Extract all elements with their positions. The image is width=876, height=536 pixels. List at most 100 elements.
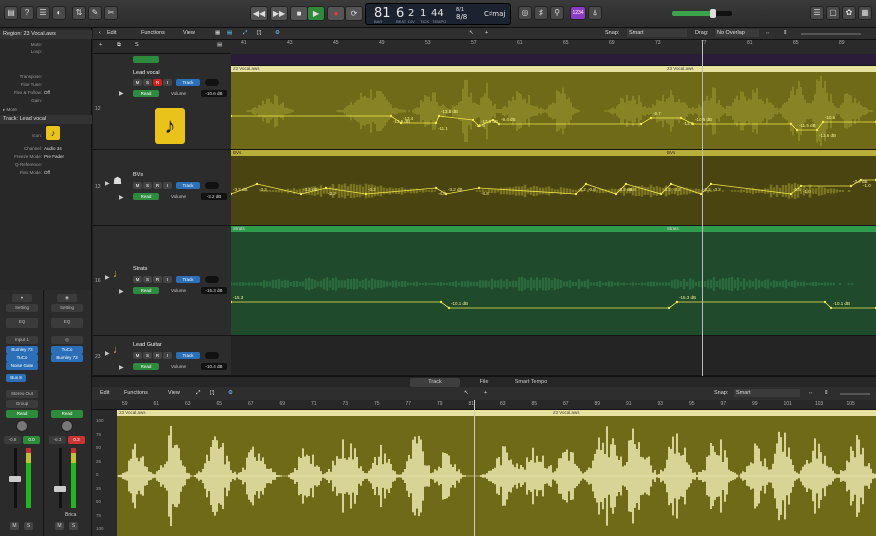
automation-node[interactable] [434,186,438,190]
automation-node[interactable] [574,192,578,196]
automation-mode[interactable]: Read [133,193,159,200]
automation-icon[interactable]: ⤢ [243,30,247,37]
automation-node[interactable] [477,124,481,128]
editor-secondary-tool[interactable]: + [484,390,487,396]
track-row-channel[interactable]: Channel: Audio 34 [0,145,92,152]
automation-node[interactable] [789,192,793,196]
forward-button[interactable]: ▶▶ [270,6,288,21]
strip1-eq[interactable]: EQ [6,318,38,328]
track-button[interactable]: Track [176,276,200,283]
automation-node[interactable] [439,300,443,304]
library-icon[interactable]: ▤ [4,6,18,20]
automation-node[interactable] [471,118,475,122]
automation-mode[interactable]: Read [133,90,159,97]
lane-bvs[interactable]: BVs BVs -3.2 dB -3.2 -3.2 dB -3.2 -3.2 -4.8 -3.… [231,150,876,226]
strip1-pan-knob[interactable] [16,420,28,432]
lcd-display[interactable]: 81 6 2 1 44 8/1 8/8 C♯maj BAR BEAT DIV T… [365,3,511,25]
help-icon[interactable]: ? [20,6,34,20]
strip1-solo-button[interactable]: S [24,522,33,530]
strip2-plugin-1[interactable]: TuCo [51,346,83,354]
track-row-freeze[interactable]: Freeze Mode: Pre Fader [0,153,92,160]
mute-button[interactable]: M [133,182,142,189]
automation-node[interactable] [614,192,618,196]
track-header-lead-vocal[interactable]: Lead vocal 12 M S R I Track ▶ Read Volum… [93,66,231,150]
disclosure-icon[interactable]: ▶ [105,350,110,357]
automation-node[interactable] [444,192,448,196]
disclosure-icon[interactable]: ▶ [105,274,110,281]
mixer-icon[interactable]: ⇅ [72,6,86,20]
tracks-functions-menu[interactable]: Functions [141,30,165,36]
editor-playhead[interactable] [474,400,475,536]
automation-node[interactable] [795,128,799,132]
main-ruler[interactable]: 414345495357616569737781858993 [231,40,876,54]
track-level-toggle[interactable] [205,79,219,86]
automation-param[interactable]: Volume [171,194,186,199]
flex-icon[interactable]: [⫶] [257,30,261,37]
strip1-fader-cap[interactable] [9,476,21,482]
zoom-fit-icon[interactable]: ⇕ [783,30,788,36]
strip1-plugin-1[interactable]: Bumley 73 [6,346,38,354]
editor-functions-menu[interactable]: Functions [124,390,148,396]
input-monitor-button[interactable]: I [163,182,172,189]
automation-value[interactable]: -3.2 dB [201,193,227,200]
solo-button[interactable]: S [143,276,152,283]
metronome-icon[interactable]: ⚲ [550,6,564,20]
strip2-setting[interactable]: Setting [51,304,83,312]
input-monitor-button[interactable]: I [163,276,172,283]
strip1-output[interactable]: Stereo Out [6,390,38,398]
editor-ruler[interactable]: 59 61 63 65 67 69 71 73 75 77 79 81 83 85 87 89 91 93 95 97… [92,400,876,410]
automation-node[interactable] [669,182,673,186]
cycle-button[interactable]: ⟳ [345,6,363,21]
track-level-toggle[interactable] [205,276,219,283]
solo-button[interactable]: S [143,352,152,359]
strip1-link[interactable]: ● [12,294,32,302]
tab-file[interactable]: File [470,378,498,387]
region-row-transpose[interactable]: Transpose: [0,73,92,80]
mute-button[interactable]: M [133,79,142,86]
editor-zoom-h-icon[interactable]: ⇔ [808,390,814,396]
mute-button[interactable]: M [133,276,142,283]
automation-node[interactable] [679,116,683,120]
tab-track[interactable]: Track [410,378,460,387]
editor-edit-menu[interactable]: Edit [100,390,109,396]
region-row-finetune[interactable]: Fine Tune: [0,81,92,88]
smart-controls-icon[interactable]: ◐ [52,6,66,20]
strip2-link[interactable]: ◉ [57,294,77,302]
automation-node[interactable] [859,178,863,182]
badge-1234[interactable]: 1234 [570,6,586,20]
lane-lead-vocal[interactable]: 23 Vocal.aws 23 Vocal.aws -13.5 dB -13.4 -1… [231,66,876,150]
duplicate-track-icon[interactable]: ⧉ [117,42,121,49]
automation-node[interactable] [821,120,825,124]
lane-strats[interactable]: Strats Strats -15.3 -10.1 dB -15.3 dB -10.1 … [231,226,876,336]
editor-pointer-icon[interactable]: ↖ [464,390,469,396]
mute-button[interactable]: M [133,352,142,359]
tuning-fork-icon[interactable]: ⍋ [588,6,602,20]
strip2-fader-cap[interactable] [54,486,66,492]
strip2-solo-button[interactable]: S [69,522,78,530]
automation-value[interactable]: -10.6 dB [201,90,227,97]
automation-node[interactable] [584,182,588,186]
notepad-icon[interactable]: ▢ [826,6,840,20]
browser-icon[interactable]: ▦ [858,6,872,20]
disclosure-icon[interactable]: ▶ [119,194,124,201]
tuner-icon[interactable]: ♯ [534,6,548,20]
strip1-mute-button[interactable]: M [10,522,19,530]
automation-param[interactable]: Volume [171,364,186,369]
region-row-mute[interactable]: Mute: [0,41,92,48]
automation-value[interactable]: -10.4 dB [201,363,227,370]
record-enable-button[interactable]: R [153,79,162,86]
tracks-back-icon[interactable]: ‹ [99,30,101,36]
play-button[interactable]: ▶ [307,6,325,21]
prev-automation[interactable] [133,56,159,63]
record-enable-button[interactable]: R [153,276,162,283]
strip2-automation[interactable]: Read [51,410,83,418]
track-header-lead-guitar[interactable]: Lead Guitar 23 ▶ ♩ M S R I Track ▶ Read … [93,336,231,376]
strip1-input[interactable]: Input 1 [6,336,38,344]
automation-node[interactable] [799,184,803,188]
track-button[interactable]: Track [176,352,200,359]
list-editors-icon[interactable]: ☰ [810,6,824,20]
track-header-bvs[interactable]: BVs 13 ▶ ☗ M S R I Track ▶ Read Volume -… [93,150,231,226]
scissors-icon[interactable]: ✂ [104,6,118,20]
automation-node[interactable] [255,182,259,186]
automation-node[interactable] [389,114,393,118]
